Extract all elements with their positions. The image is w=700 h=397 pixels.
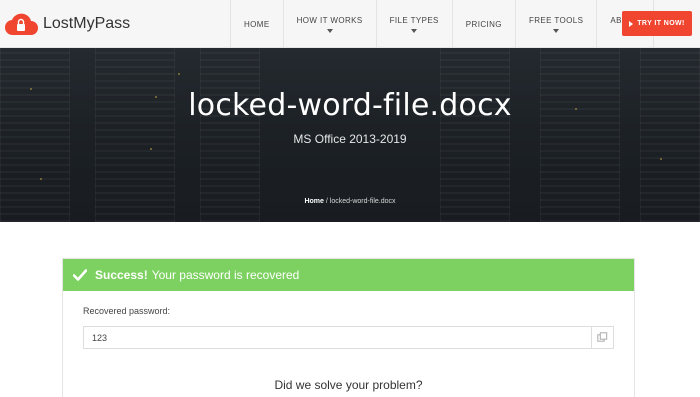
nav-label: FREE TOOLS [528,15,584,25]
logo[interactable]: LostMyPass [4,9,130,39]
hero-banner: locked-word-file.docx MS Office 2013-201… [0,48,700,222]
result-card: Success! Your password is recovered Reco… [62,258,635,397]
recovered-password-field[interactable]: 123 [83,326,614,349]
nav-free-tools[interactable]: FREE TOOLS [514,0,596,48]
try-it-now-label: TRY IT NOW! [637,20,685,27]
success-message: Your password is recovered [151,268,300,282]
chevron-down-icon [553,28,560,33]
breadcrumb: Home / locked-word-file.docx [0,198,700,205]
chevron-down-icon [326,28,333,33]
check-icon [73,269,87,281]
page-subtitle: MS Office 2013-2019 [293,132,407,146]
nav-file-types[interactable]: FILE TYPES [375,0,452,48]
site-header: LostMyPass HOME HOW IT WORKS FILE TYPES … [0,0,700,48]
copy-icon [597,332,608,342]
nav-label: FILE TYPES [389,15,439,25]
nav-home[interactable]: HOME [230,0,283,48]
nav-label: PRICING [465,19,502,29]
nav-label: HOME [244,19,270,29]
chevron-down-icon [411,28,418,33]
try-it-now-button[interactable]: TRY IT NOW! [622,11,692,36]
main-nav: HOME HOW IT WORKS FILE TYPES PRICING FRE… [230,0,654,48]
success-strong: Success! [95,268,148,282]
success-alert: Success! Your password is recovered [63,259,634,291]
page-title: locked-word-file.docx [188,88,512,123]
cloud-lock-icon [4,13,38,36]
recovered-password-value[interactable]: 123 [84,333,591,343]
feedback-question: Did we solve your problem? [274,378,423,392]
nav-label: HOW IT WORKS [296,15,363,25]
breadcrumb-home-link[interactable]: Home [304,198,323,205]
breadcrumb-current: locked-word-file.docx [329,198,396,205]
play-icon [629,20,634,27]
brand-name: LostMyPass [43,15,131,32]
recovered-password-label: Recovered password: [83,306,171,316]
nav-pricing[interactable]: PRICING [451,0,515,48]
copy-button[interactable] [591,327,613,348]
nav-how-it-works[interactable]: HOW IT WORKS [282,0,376,48]
